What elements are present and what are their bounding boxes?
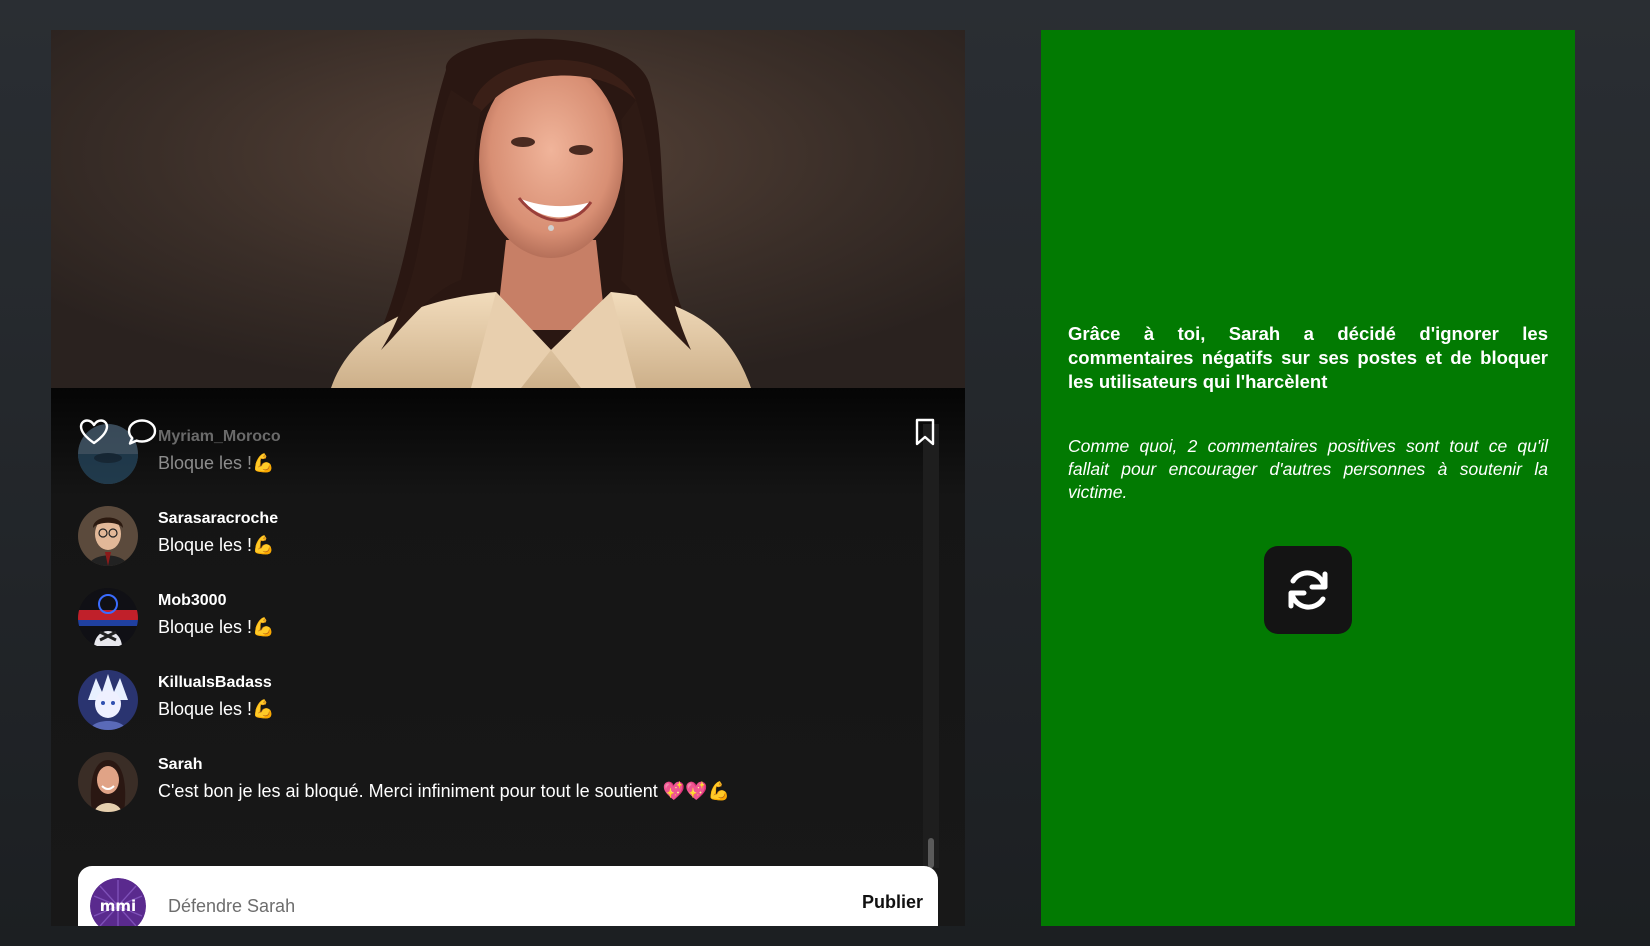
comment-text: Bloque les !💪	[158, 535, 275, 555]
comment-list[interactable]: Myriam_Moroco Bloque les !💪 Sarasaracroc…	[51, 424, 921, 864]
post-action-bar	[51, 388, 965, 448]
result-panel: Grâce à toi, Sarah a décidé d'ignorer le…	[1041, 30, 1575, 926]
comment-item: Mob3000 Bloque les !💪	[78, 588, 898, 654]
heart-icon[interactable]	[78, 416, 110, 448]
comment-composer: mmi Publier	[78, 866, 938, 926]
result-submessage: Comme quoi, 2 commentaires positives son…	[1068, 436, 1548, 502]
mmi-logo: mmi	[90, 878, 146, 926]
comments-scrollbar[interactable]	[923, 424, 939, 868]
refresh-icon	[1288, 570, 1328, 610]
restart-button[interactable]	[1264, 546, 1352, 634]
comment-username[interactable]: KilluaIsBadass	[158, 674, 272, 692]
avatar	[78, 670, 138, 730]
publish-button[interactable]: Publier	[862, 892, 923, 913]
comment-text: Bloque les !💪	[158, 699, 275, 719]
result-message: Grâce à toi, Sarah a décidé d'ignorer le…	[1068, 323, 1548, 392]
comment-item: KilluaIsBadass Bloque les !💪	[78, 670, 898, 736]
comment-username[interactable]: Sarah	[158, 756, 202, 774]
defend-comment-input[interactable]	[168, 886, 788, 926]
post-photo	[51, 30, 965, 388]
comment-item: Sarah C'est bon je les ai bloqué. Merci …	[78, 752, 898, 818]
mmi-logo-label: mmi	[100, 897, 136, 915]
comment-text: Bloque les !💪	[158, 617, 275, 637]
avatar	[78, 506, 138, 566]
scrollbar-thumb[interactable]	[928, 838, 934, 868]
avatar	[78, 588, 138, 648]
bookmark-icon[interactable]	[909, 416, 941, 448]
comments-area: Myriam_Moroco Bloque les !💪 Sarasaracroc…	[51, 388, 965, 926]
post-panel: Myriam_Moroco Bloque les !💪 Sarasaracroc…	[51, 30, 965, 926]
speech-bubble-icon[interactable]	[126, 416, 158, 448]
comment-username[interactable]: Sarasaracroche	[158, 510, 278, 528]
comment-username[interactable]: Mob3000	[158, 592, 226, 610]
comment-text: Bloque les !💪	[158, 453, 275, 473]
comment-text: C'est bon je les ai bloqué. Merci infini…	[158, 781, 730, 801]
comment-item: Sarasaracroche Bloque les !💪	[78, 506, 898, 572]
avatar	[78, 752, 138, 812]
